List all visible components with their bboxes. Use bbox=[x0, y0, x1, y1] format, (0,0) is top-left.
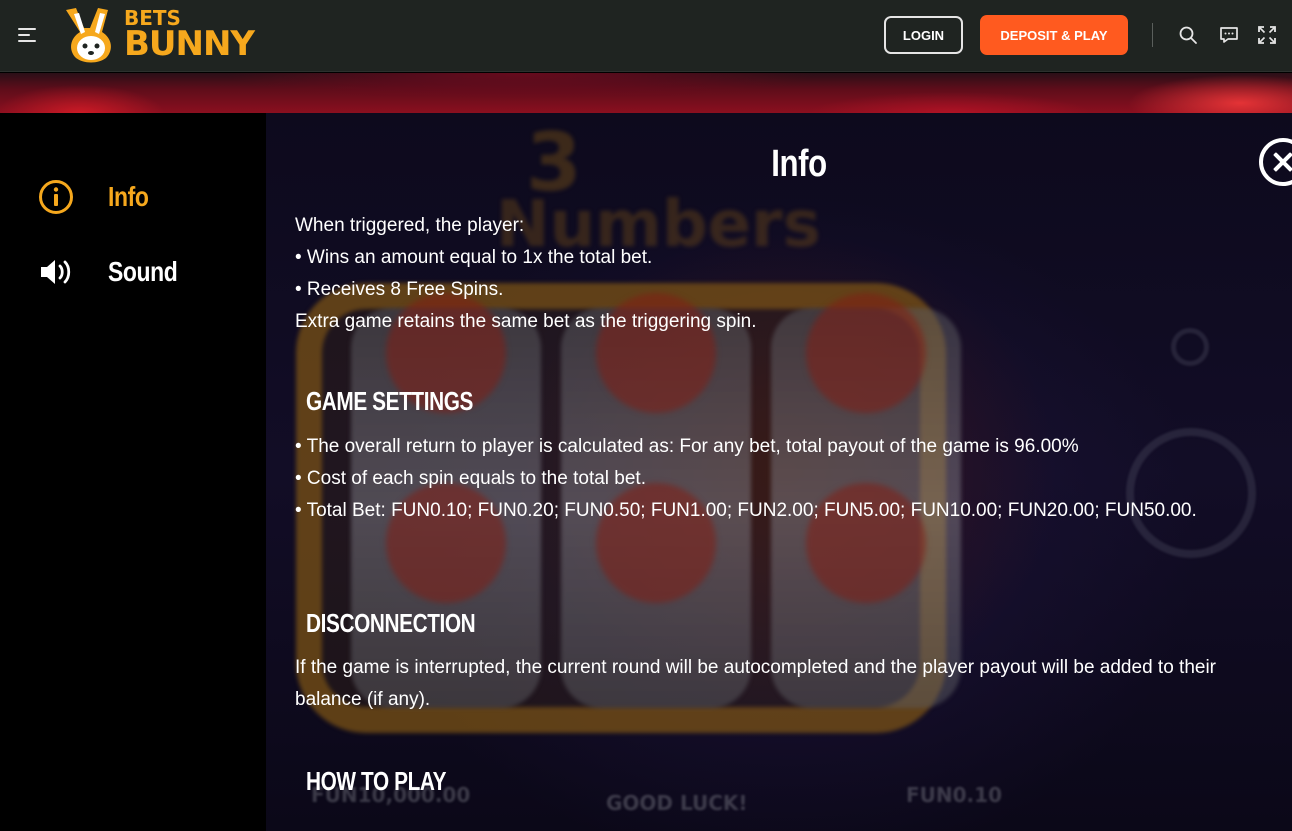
fullscreen-icon[interactable] bbox=[1257, 25, 1277, 45]
menu-icon[interactable] bbox=[18, 27, 38, 43]
message-background: GOOD LUCK! bbox=[606, 791, 748, 815]
search-icon[interactable] bbox=[1178, 25, 1198, 45]
sidebar-item-sound[interactable]: Sound bbox=[38, 256, 193, 288]
sidebar-item-label: Sound bbox=[108, 256, 178, 287]
settings-line: • Cost of each spin equals to the total … bbox=[295, 468, 646, 489]
intro-line: Extra game retains the same bet as the t… bbox=[295, 311, 757, 332]
brand-logo[interactable]: BETS BUNNY bbox=[60, 4, 255, 66]
sidebar-item-label: Info bbox=[108, 181, 149, 212]
info-sidebar: Info Sound bbox=[0, 113, 266, 831]
info-icon bbox=[39, 180, 73, 214]
logo-text-bottom: BUNNY bbox=[124, 24, 255, 64]
section-heading-disconnection: DISCONNECTION bbox=[306, 608, 476, 638]
intro-line: • Wins an amount equal to 1x the total b… bbox=[295, 247, 653, 268]
section-heading-how-to-play: HOW TO PLAY bbox=[306, 766, 447, 796]
speaker-icon bbox=[41, 260, 71, 284]
disconnection-text: If the game is interrupted, the current … bbox=[295, 657, 1216, 710]
deposit-and-play-button[interactable]: DEPOSIT & PLAY bbox=[980, 15, 1128, 55]
intro-line: When triggered, the player: bbox=[295, 215, 525, 236]
intro-line: • Receives 8 Free Spins. bbox=[295, 279, 504, 300]
game-settings-section: • The overall return to player is calcul… bbox=[295, 431, 1285, 527]
intro-section: When triggered, the player: • Wins an am… bbox=[295, 210, 1285, 338]
top-bar: BETS BUNNY LOGIN DEPOSIT & PLAY bbox=[0, 0, 1292, 72]
game-background-strip bbox=[0, 73, 1292, 113]
login-button[interactable]: LOGIN bbox=[884, 16, 963, 54]
settings-line: • The overall return to player is calcul… bbox=[295, 436, 1079, 457]
disconnection-section: If the game is interrupted, the current … bbox=[295, 652, 1285, 716]
bet-background: FUN0.10 bbox=[906, 783, 1002, 807]
bunny-logo-icon bbox=[66, 8, 111, 63]
close-button[interactable] bbox=[1259, 138, 1292, 186]
settings-line: • Total Bet: FUN0.10; FUN0.20; FUN0.50; … bbox=[295, 500, 1197, 521]
section-heading-game-settings: GAME SETTINGS bbox=[306, 386, 473, 416]
chat-icon[interactable] bbox=[1219, 25, 1239, 45]
info-panel: 3 Numbers FUN10,000.00 GOOD LUCK! FUN0.1… bbox=[266, 113, 1292, 831]
sidebar-item-info[interactable]: Info bbox=[38, 179, 157, 215]
header-divider bbox=[1152, 23, 1153, 47]
panel-title: Info bbox=[771, 143, 827, 185]
